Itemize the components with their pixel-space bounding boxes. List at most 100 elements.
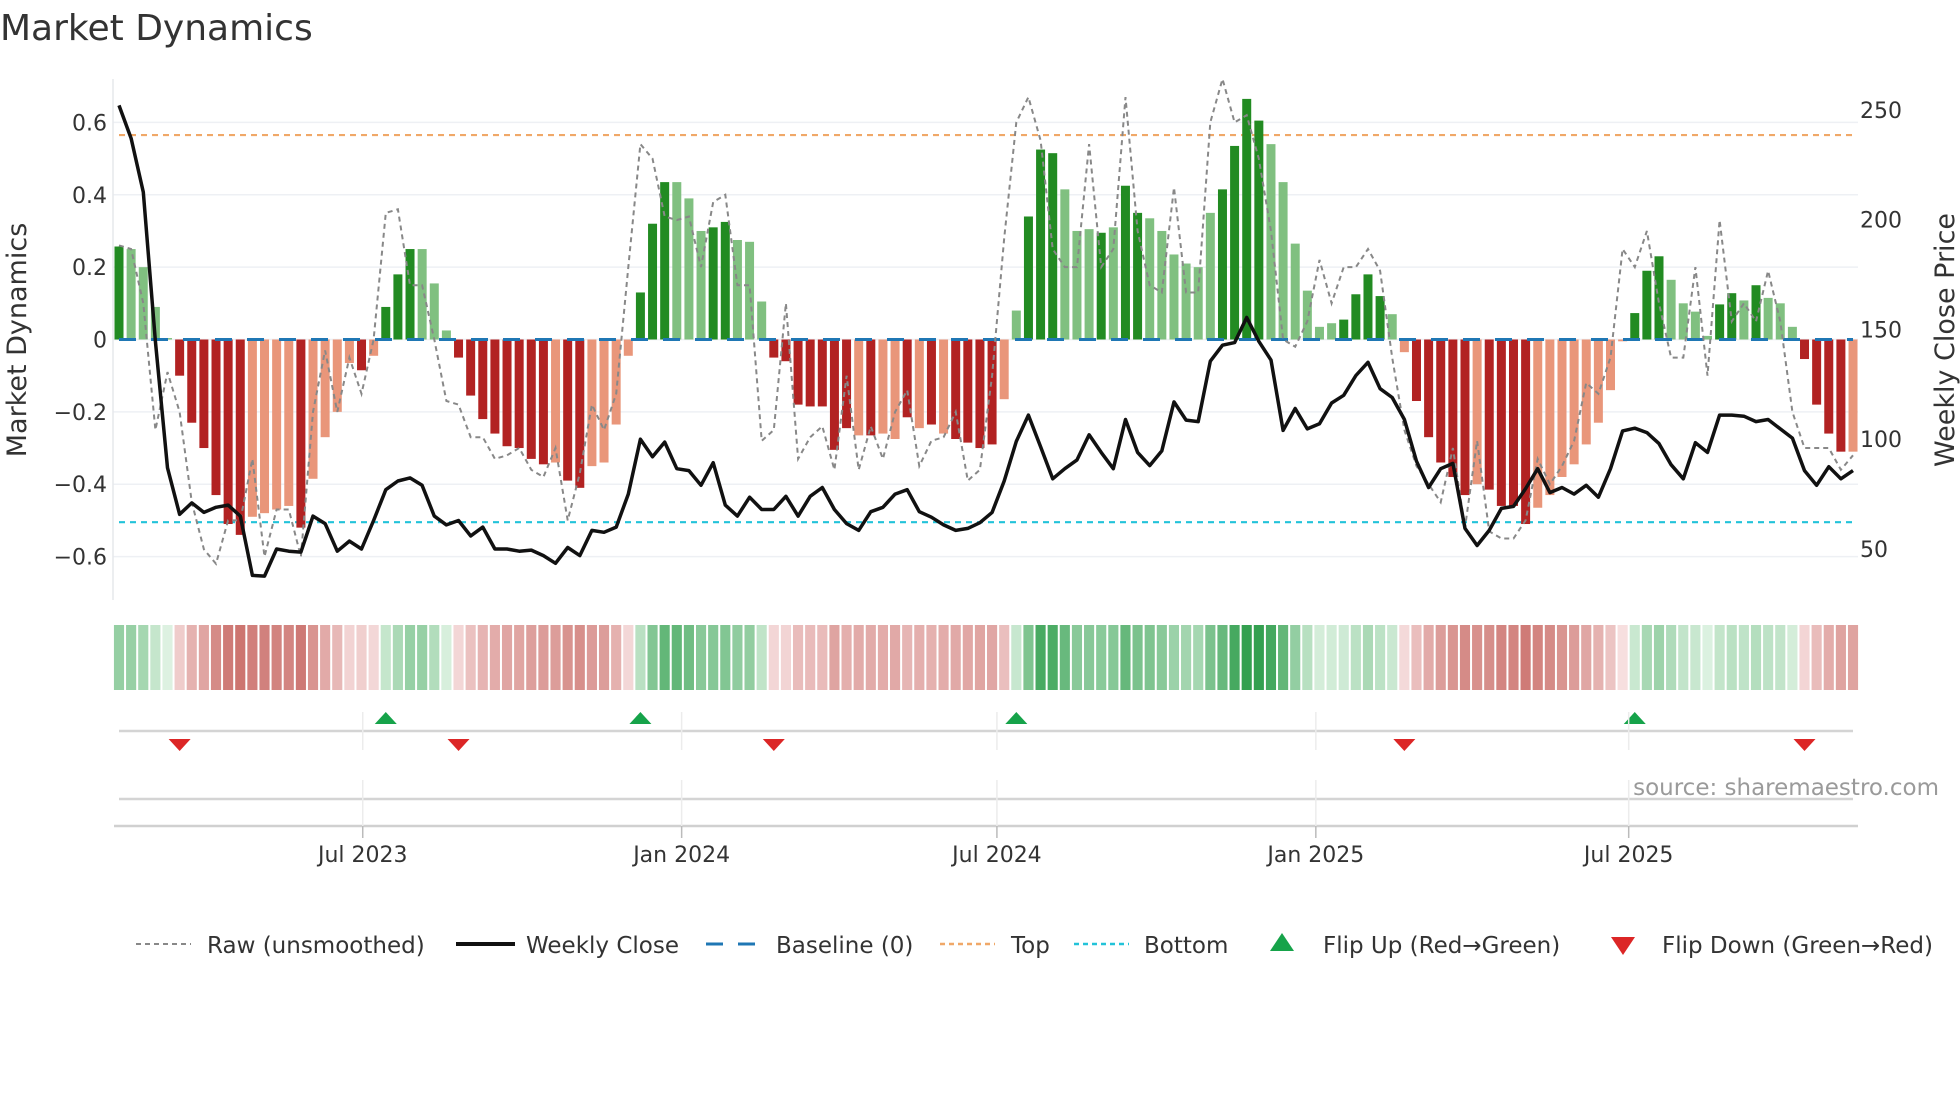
- heat-cell: [465, 625, 476, 690]
- heat-cell: [1666, 625, 1677, 690]
- heat-cell: [441, 625, 452, 690]
- heat-cell: [744, 625, 755, 690]
- heat-cell: [477, 625, 488, 690]
- heat-cell: [1823, 625, 1834, 690]
- left-tick-label: 0.6: [72, 111, 107, 136]
- heat-cell: [1193, 625, 1204, 690]
- momentum-bar-negative: [187, 339, 197, 423]
- momentum-bar-negative: [1496, 339, 1506, 506]
- heat-cell: [902, 625, 913, 690]
- momentum-bar-negative: [1824, 339, 1834, 434]
- heat-cell: [562, 625, 573, 690]
- x-tick-label: Jan 2025: [1265, 843, 1364, 868]
- heat-cell: [732, 625, 743, 690]
- heat-cell: [514, 625, 525, 690]
- market-dynamics-figure: Market Dynamics 0.6 0.4 0.2 0 −0.2 −0.4 −0.6 5…: [0, 8, 1960, 959]
- right-axis-title: Weekly Close Price: [1930, 213, 1960, 467]
- heat-cell: [817, 625, 828, 690]
- heat-cell: [1023, 625, 1034, 690]
- momentum-bar-negative: [878, 339, 888, 434]
- momentum-bar-positive: [1254, 120, 1264, 340]
- heat-cell: [1532, 625, 1543, 690]
- momentum-bar-negative: [842, 339, 852, 429]
- heat-cell: [198, 625, 209, 690]
- momentum-bar-negative: [963, 339, 973, 443]
- left-axis-ticks: 0.6 0.4 0.2 0 −0.2 −0.4 −0.6: [54, 111, 107, 570]
- heat-cell: [659, 625, 670, 690]
- momentum-bar-positive: [1375, 296, 1385, 340]
- flip-down-marker: [447, 739, 470, 751]
- heat-cell: [950, 625, 961, 690]
- triangle-up-icon: [1270, 933, 1294, 951]
- momentum-bar-positive: [708, 227, 718, 340]
- heat-cell: [1156, 625, 1167, 690]
- left-tick-label: 0.2: [72, 256, 107, 281]
- momentum-bar-negative: [1545, 339, 1555, 496]
- heat-cell: [1326, 625, 1337, 690]
- heat-cell: [1399, 625, 1410, 690]
- heat-cell: [987, 625, 998, 690]
- flip-markers-panel: [114, 729, 1858, 828]
- momentum-bar-negative: [805, 339, 815, 407]
- heat-cell: [938, 625, 949, 690]
- momentum-bar-negative: [296, 339, 306, 528]
- heat-cell: [223, 625, 234, 690]
- left-tick-label: −0.2: [54, 401, 107, 426]
- heat-cell: [1496, 625, 1507, 690]
- momentum-bar-negative: [914, 339, 924, 429]
- momentum-bar-positive: [1678, 303, 1688, 340]
- momentum-bar-positive: [1072, 230, 1082, 340]
- heat-cell: [1168, 625, 1180, 690]
- heat-cell: [1350, 625, 1361, 690]
- momentum-bar-negative: [1521, 339, 1531, 525]
- heat-cell: [320, 625, 331, 690]
- momentum-bar-negative: [223, 339, 233, 525]
- heat-cell: [1375, 625, 1386, 690]
- momentum-bar-negative: [1581, 339, 1591, 445]
- heat-cell: [1059, 625, 1070, 690]
- heat-cell: [708, 625, 719, 690]
- momentum-bar-negative: [890, 339, 900, 439]
- momentum-bar-positive: [1727, 293, 1737, 340]
- x-tick-label: Jul 2025: [1582, 843, 1674, 868]
- momentum-bar-positive: [1630, 313, 1640, 340]
- heat-cell: [574, 625, 585, 690]
- heat-cell: [538, 625, 549, 690]
- momentum-bar-negative: [175, 339, 185, 376]
- heat-cell: [683, 625, 694, 690]
- momentum-bar-negative: [623, 339, 633, 356]
- heat-cell: [1205, 625, 1216, 690]
- momentum-bar-negative: [769, 339, 779, 358]
- heat-cell: [1435, 625, 1446, 690]
- legend-label: Flip Up (Red→Green): [1323, 933, 1560, 959]
- momentum-bar-positive: [1715, 304, 1725, 340]
- heat-cell: [1569, 625, 1580, 690]
- heat-cell: [1787, 625, 1798, 690]
- left-tick-label: 0: [93, 329, 107, 354]
- heat-cell: [235, 625, 246, 690]
- heat-cell: [1229, 625, 1240, 690]
- heat-cell: [1617, 625, 1628, 690]
- heat-cell: [1629, 625, 1640, 690]
- heat-cell: [174, 625, 185, 690]
- momentum-bar-negative: [284, 339, 294, 506]
- heat-cell: [1775, 625, 1786, 690]
- heat-cell: [1071, 625, 1083, 690]
- legend-label: Raw (unsmoothed): [207, 933, 425, 959]
- momentum-bar-negative: [1800, 339, 1810, 360]
- momentum-bar-negative: [793, 339, 803, 405]
- heat-cell: [1181, 625, 1192, 690]
- heat-cell: [1302, 625, 1313, 690]
- flip-down-marker: [1393, 739, 1416, 751]
- momentum-bar-positive: [1157, 230, 1167, 340]
- momentum-bar-negative: [1436, 339, 1446, 463]
- momentum-bar-positive: [1217, 189, 1227, 340]
- momentum-bar-negative: [1557, 339, 1567, 477]
- heat-cell: [1726, 625, 1737, 690]
- right-tick-label: 50: [1860, 538, 1888, 563]
- heat-cell: [671, 625, 682, 690]
- momentum-bar-negative: [854, 339, 864, 436]
- momentum-bar-positive: [1314, 326, 1324, 340]
- heat-cell: [1472, 625, 1483, 690]
- momentum-bar-negative: [1533, 339, 1543, 508]
